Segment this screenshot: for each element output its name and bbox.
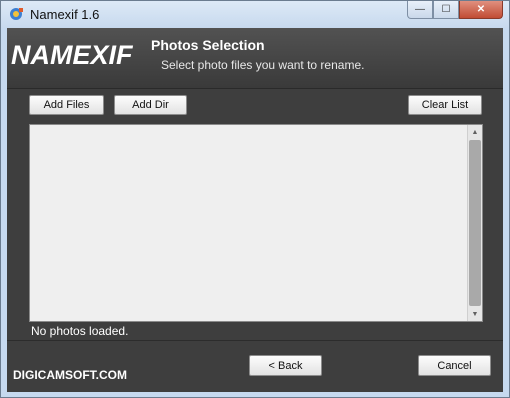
photo-file-list[interactable]: ▲ ▼ — [29, 124, 483, 322]
footer-divider — [7, 340, 503, 341]
window-controls: — ☐ ✕ — [407, 1, 503, 19]
page-title: Photos Selection — [151, 37, 265, 53]
clear-list-button[interactable]: Clear List — [408, 95, 482, 115]
add-files-button[interactable]: Add Files — [29, 95, 104, 115]
status-text: No photos loaded. — [31, 324, 129, 338]
back-button[interactable]: < Back — [249, 355, 322, 376]
minimize-button[interactable]: — — [407, 1, 433, 19]
page-subtitle: Select photo files you want to rename. — [161, 58, 365, 72]
namexif-logo: NAMEXIF — [11, 40, 133, 70]
close-button[interactable]: ✕ — [459, 1, 503, 19]
scrollbar-thumb[interactable] — [469, 140, 481, 306]
wizard-header: NAMEXIF Photos Selection Select photo fi… — [7, 28, 503, 89]
scroll-up-arrow-icon[interactable]: ▲ — [468, 125, 482, 139]
namexif-app-icon — [10, 8, 23, 20]
window-title: Namexif 1.6 — [30, 7, 100, 22]
brand-label: DIGICAMSOFT.COM — [13, 368, 127, 382]
vertical-scrollbar[interactable]: ▲ ▼ — [467, 125, 482, 321]
client-area: NAMEXIF Photos Selection Select photo fi… — [7, 28, 503, 392]
cancel-button[interactable]: Cancel — [418, 355, 491, 376]
maximize-button[interactable]: ☐ — [433, 1, 459, 19]
add-dir-button[interactable]: Add Dir — [114, 95, 187, 115]
app-window: Namexif 1.6 — ☐ ✕ NAMEXIF Photos Selecti… — [0, 0, 510, 398]
title-bar[interactable]: Namexif 1.6 — ☐ ✕ — [1, 1, 509, 28]
scroll-down-arrow-icon[interactable]: ▼ — [468, 307, 482, 321]
